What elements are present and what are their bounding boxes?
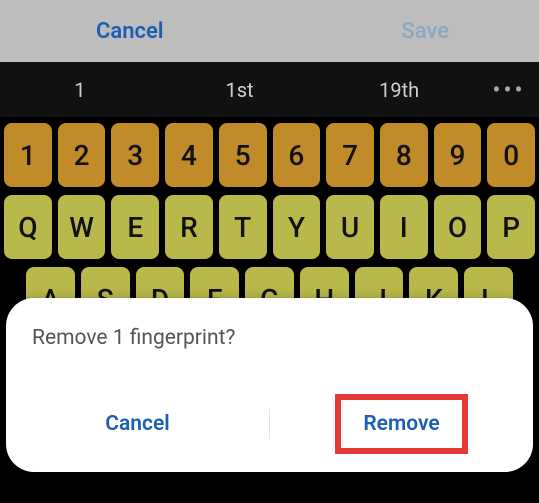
dialog-remove-button[interactable]: Remove (363, 412, 439, 436)
dialog-cancel-button[interactable]: Cancel (6, 412, 269, 436)
key-r[interactable]: R (165, 195, 213, 259)
key-y[interactable]: Y (273, 195, 321, 259)
suggestion-1[interactable]: 1 (0, 78, 160, 102)
suggestion-more-icon[interactable]: ••• (479, 76, 539, 104)
bottom-strip (0, 477, 539, 503)
key-w[interactable]: W (58, 195, 106, 259)
key-3[interactable]: 3 (111, 123, 159, 187)
key-t[interactable]: T (219, 195, 267, 259)
key-9[interactable]: 9 (434, 123, 482, 187)
dialog-actions: Cancel Remove (6, 394, 533, 454)
key-5[interactable]: 5 (219, 123, 267, 187)
key-i[interactable]: I (380, 195, 428, 259)
key-8[interactable]: 8 (380, 123, 428, 187)
dialog-overlay: Remove 1 fingerprint? Cancel Remove (0, 298, 539, 503)
confirm-dialog: Remove 1 fingerprint? Cancel Remove (6, 298, 533, 472)
key-e[interactable]: E (111, 195, 159, 259)
key-o[interactable]: O (434, 195, 482, 259)
key-2[interactable]: 2 (58, 123, 106, 187)
dialog-message: Remove 1 fingerprint? (32, 326, 507, 350)
suggestion-2[interactable]: 1st (160, 78, 320, 102)
key-7[interactable]: 7 (326, 123, 374, 187)
key-4[interactable]: 4 (165, 123, 213, 187)
key-1[interactable]: 1 (4, 123, 52, 187)
key-row-numbers: 1 2 3 4 5 6 7 8 9 0 (4, 123, 535, 187)
keyboard-suggestion-bar: 1 1st 19th ••• (0, 62, 539, 117)
key-6[interactable]: 6 (273, 123, 321, 187)
keyboard: 1 2 3 4 5 6 7 8 9 0 Q W E R T Y U I O P … (0, 117, 539, 305)
key-u[interactable]: U (326, 195, 374, 259)
key-p[interactable]: P (487, 195, 535, 259)
highlight-annotation: Remove (335, 394, 467, 454)
key-q[interactable]: Q (4, 195, 52, 259)
key-row-qwerty: Q W E R T Y U I O P (4, 195, 535, 259)
save-button[interactable]: Save (401, 19, 449, 44)
dialog-remove-wrap: Remove (270, 394, 533, 454)
key-0[interactable]: 0 (487, 123, 535, 187)
editor-topbar: Cancel Save (0, 0, 539, 62)
suggestion-3[interactable]: 19th (319, 78, 479, 102)
cancel-button[interactable]: Cancel (96, 19, 164, 44)
